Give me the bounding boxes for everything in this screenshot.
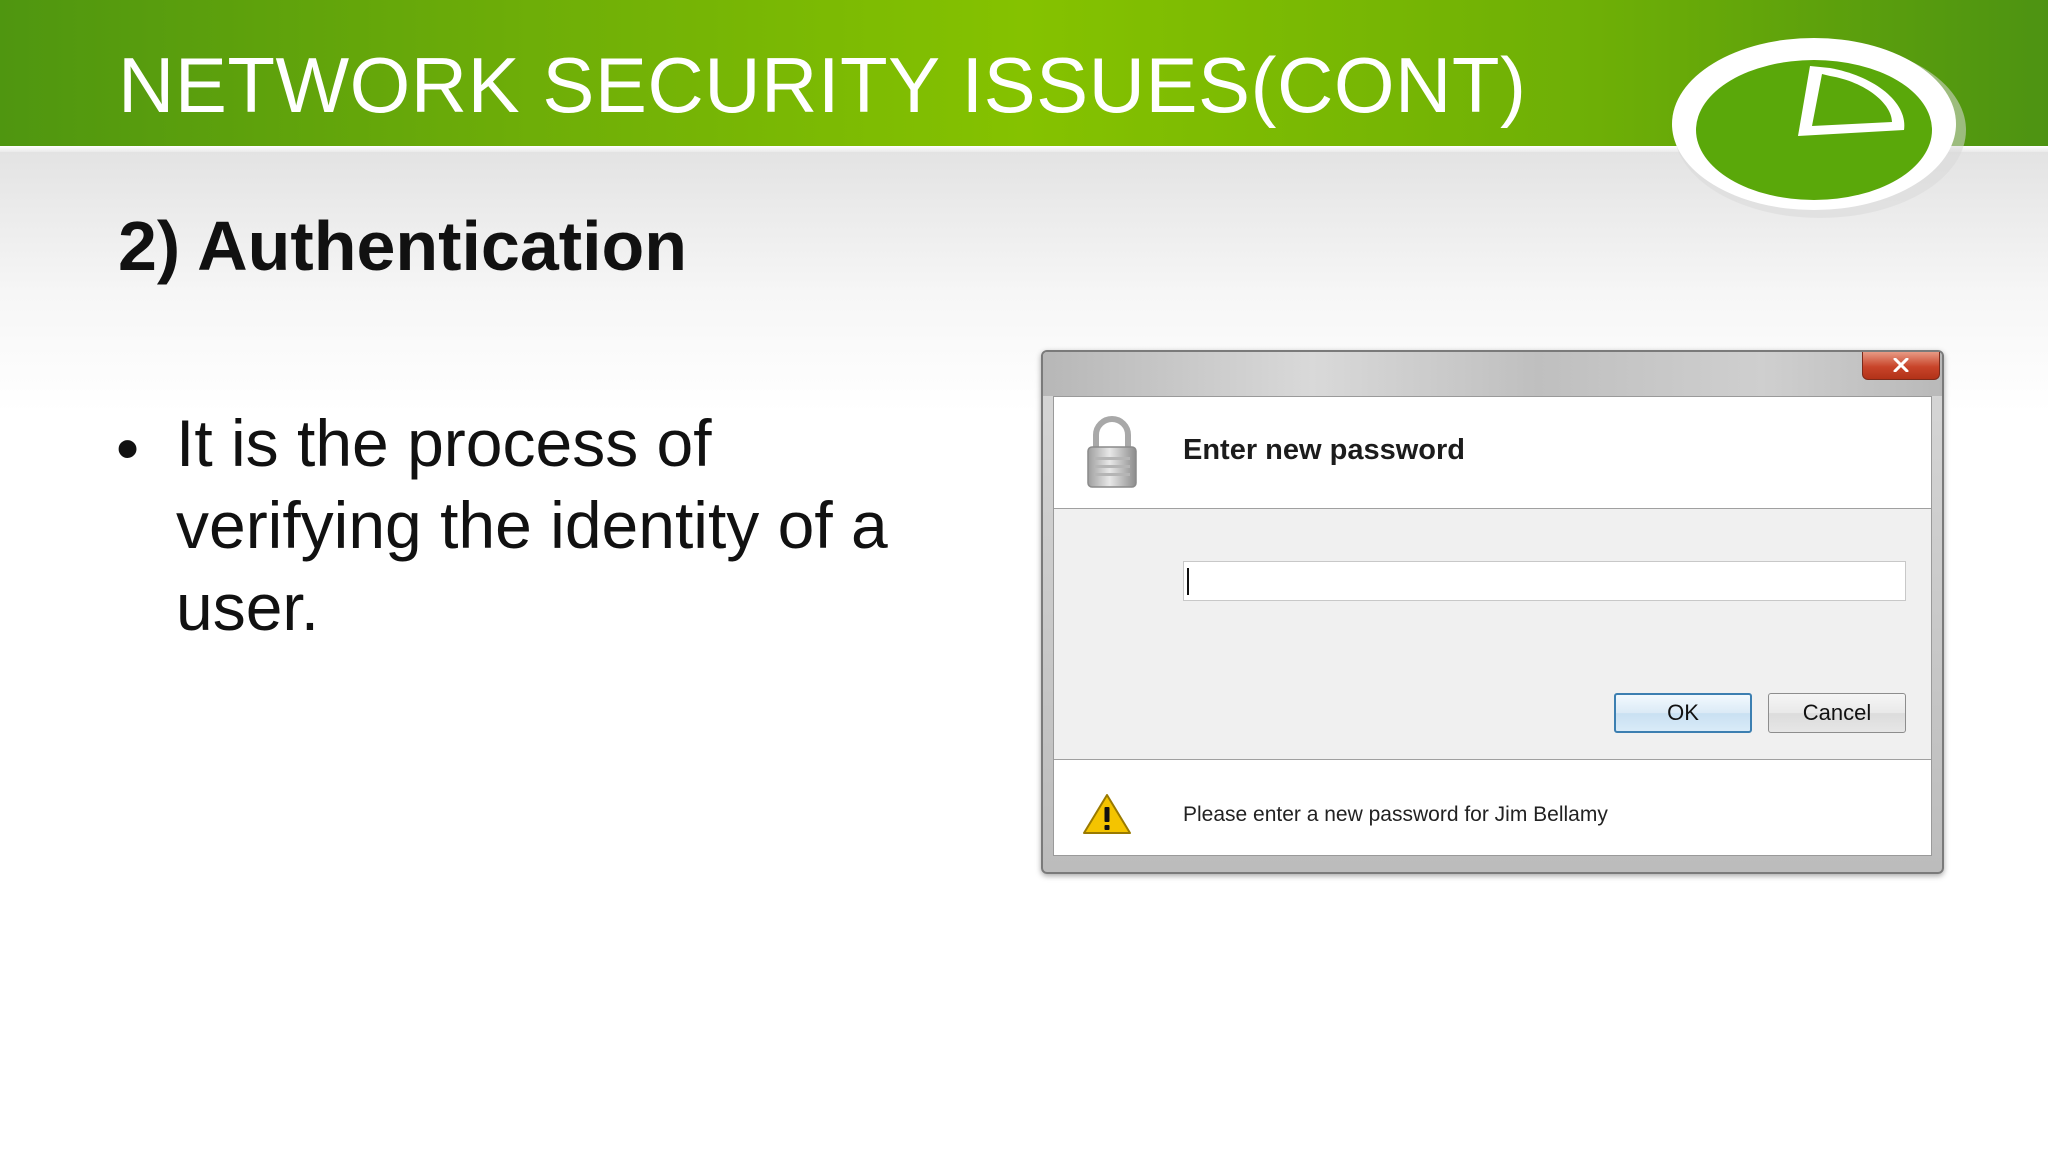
dialog-titlebar	[1043, 352, 1942, 396]
dialog-title: Enter new password	[1183, 434, 1466, 466]
dialog-footer: Please enter a new password for Jim Bell…	[1054, 759, 1931, 855]
section-heading: 2) Authentication	[118, 207, 688, 285]
slide-title: NETWORK SECURITY ISSUES(CONT)	[118, 41, 1527, 129]
password-dialog: Enter new password OK Cancel Please ente…	[1041, 350, 1944, 874]
dialog-header: Enter new password	[1054, 397, 1931, 509]
ok-button[interactable]: OK	[1614, 693, 1752, 733]
bullet-marker: •	[116, 411, 140, 485]
close-button[interactable]	[1862, 352, 1940, 380]
bullet-text: It is the process of verifying the ident…	[176, 406, 888, 644]
footer-message: Please enter a new password for Jim Bell…	[1183, 803, 1608, 826]
warning-icon	[1083, 794, 1131, 834]
dialog-body: Enter new password OK Cancel Please ente…	[1053, 396, 1932, 856]
logo-icon	[1672, 38, 1966, 218]
cancel-button[interactable]: Cancel	[1768, 693, 1906, 733]
close-icon	[1893, 358, 1909, 372]
password-input[interactable]	[1183, 561, 1906, 601]
lock-icon	[1087, 416, 1137, 488]
text-cursor	[1187, 568, 1189, 595]
